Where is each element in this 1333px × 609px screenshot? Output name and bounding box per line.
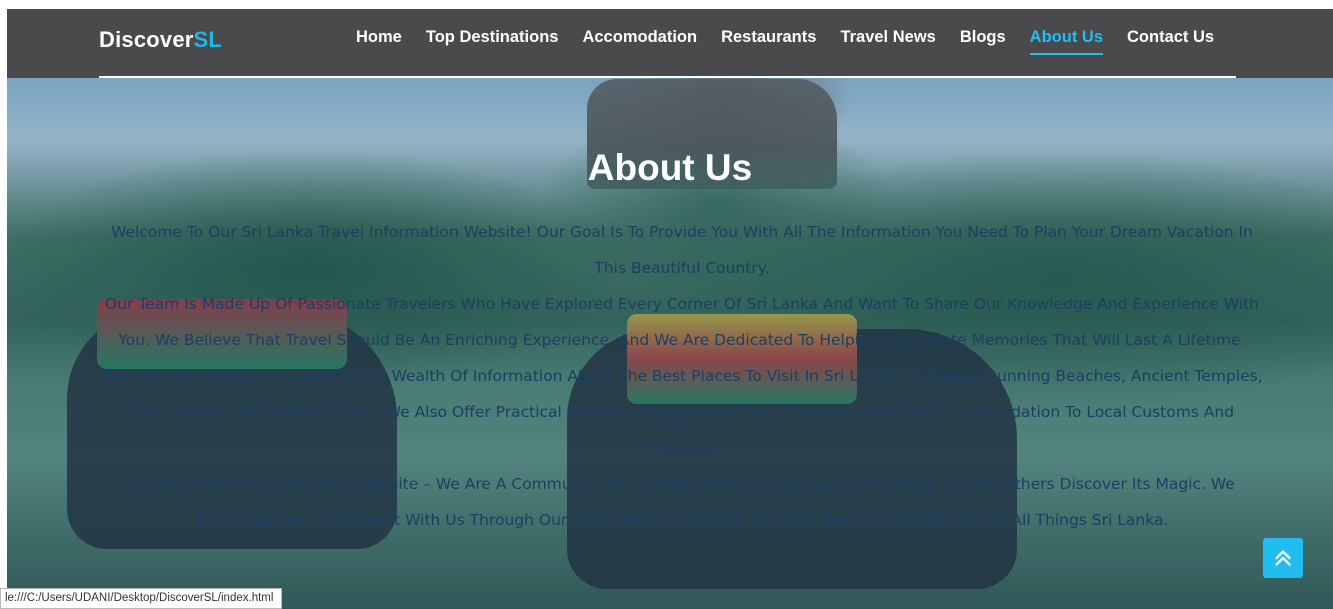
page-title: About Us — [587, 147, 753, 188]
brand-name-accent: SL — [193, 27, 223, 52]
nav-top-destinations[interactable]: Top Destinations — [426, 28, 559, 53]
nav-restaurants[interactable]: Restaurants — [721, 28, 816, 53]
about-paragraph: Our Team Is Made Up Of Passionate Travel… — [105, 295, 1259, 349]
nav-travel-news[interactable]: Travel News — [840, 28, 935, 53]
nav-about-us[interactable]: About Us — [1029, 28, 1104, 55]
about-paragraph: But We Are More Than Just A Website – We… — [129, 475, 1235, 529]
about-content: Welcome To Our Sri Lanka Travel Informat… — [97, 214, 1267, 538]
about-paragraph: Welcome To Our Sri Lanka Travel Informat… — [111, 223, 1253, 277]
nav-home[interactable]: Home — [356, 28, 402, 53]
main-nav: Home Top Destinations Accomodation Resta… — [356, 28, 1238, 55]
header-divider — [99, 76, 1236, 78]
double-chevron-up-icon — [1275, 550, 1291, 566]
brand-name-main: Discover — [99, 27, 194, 52]
about-paragraph: Here On Our Website, You Will Find A Wea… — [101, 367, 1263, 457]
nav-accomodation[interactable]: Accomodation — [582, 28, 697, 53]
nav-contact-us[interactable]: Contact Us — [1127, 28, 1214, 53]
site-header: DiscoverSL Home Top Destinations Accomod… — [7, 9, 1333, 78]
nav-blogs[interactable]: Blogs — [960, 28, 1006, 53]
browser-status-url: le:///C:/Users/UDANI/Desktop/DiscoverSL/… — [0, 588, 283, 609]
page: DiscoverSL Home Top Destinations Accomod… — [7, 9, 1333, 609]
brand-logo[interactable]: DiscoverSL — [99, 27, 222, 53]
scroll-to-top-button[interactable] — [1263, 538, 1303, 578]
